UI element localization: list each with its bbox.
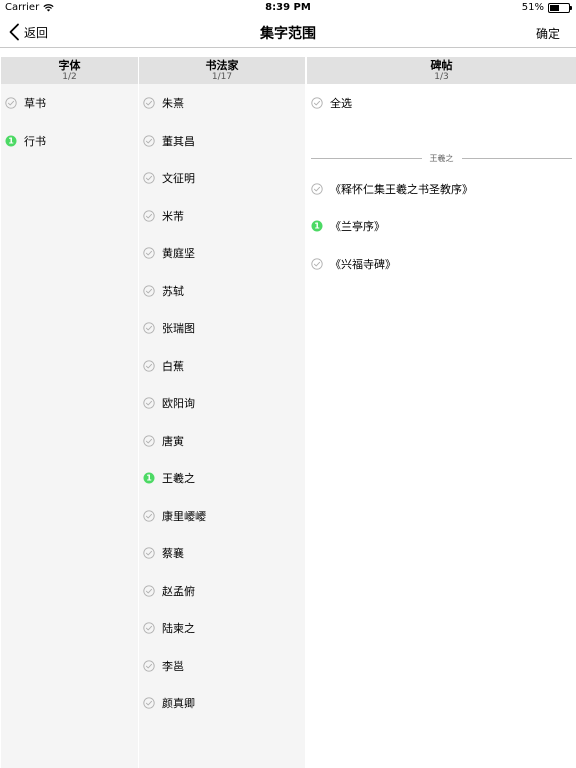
font-column: 字体 1/2 草书 1 行书: [1, 57, 138, 768]
item-label: 全选: [330, 97, 352, 110]
artist-item[interactable]: 康里巎巎: [139, 501, 305, 531]
unchecked-circle-icon: [143, 547, 155, 559]
artist-item[interactable]: 白蕉: [139, 351, 305, 381]
nav-bar: 返回 集字范围 确定: [0, 16, 576, 48]
unchecked-circle-icon: [143, 284, 155, 297]
unchecked-circle-icon: [311, 182, 323, 195]
battery-icon: [548, 2, 572, 13]
item-label: 文征明: [162, 172, 195, 185]
group-label: 王羲之: [429, 153, 454, 163]
font-column-title: 字体: [58, 59, 81, 72]
badge-count: 1: [146, 474, 152, 483]
unchecked-circle-icon: [143, 322, 155, 334]
confirm-button[interactable]: 确定: [536, 25, 560, 42]
artist-item[interactable]: 米芾: [139, 201, 305, 231]
unchecked-circle-icon: [143, 397, 155, 409]
tie-column-title: 碑帖: [430, 59, 453, 72]
status-right: 51%: [521, 2, 572, 13]
item-label: 赵孟俯: [162, 584, 195, 598]
artist-item[interactable]: 苏轼: [139, 276, 305, 306]
item-label: 康里巎巎: [162, 509, 206, 523]
item-label: 王羲之: [162, 472, 195, 485]
artist-item[interactable]: 唐寅: [139, 426, 305, 456]
tie-item[interactable]: 1 《兰亭序》: [307, 211, 576, 241]
unchecked-circle-icon: [143, 509, 155, 522]
item-label: 唐寅: [162, 434, 184, 448]
tie-column-count: 1/3: [434, 72, 449, 82]
item-label: 白蕉: [162, 359, 184, 373]
font-item[interactable]: 1 行书: [1, 126, 138, 156]
font-column-header: 字体 1/2: [1, 57, 138, 84]
artist-item[interactable]: 陆柬之: [139, 613, 305, 643]
artist-item[interactable]: 蔡襄: [139, 538, 305, 568]
unchecked-circle-icon: [143, 622, 155, 634]
item-label: 米芾: [162, 209, 184, 223]
selected-badge-icon: 1: [311, 220, 323, 232]
group-divider: 王羲之: [311, 152, 572, 164]
item-label: 《兰亭序》: [330, 220, 385, 233]
artist-item[interactable]: 张瑞图: [139, 313, 305, 343]
unchecked-circle-icon: [143, 584, 155, 597]
item-label: 陆柬之: [162, 622, 195, 635]
selected-badge-icon: 1: [143, 472, 155, 484]
battery-fill: [550, 4, 560, 11]
unchecked-circle-icon: [143, 247, 155, 259]
battery-percent: 51%: [521, 2, 544, 13]
artist-item[interactable]: 赵孟俯: [139, 576, 305, 606]
page-title: 集字范围: [260, 26, 316, 42]
artist-item[interactable]: 黄庭坚: [139, 238, 305, 268]
item-label: 李邕: [162, 659, 184, 673]
artist-column-count: 1/17: [211, 72, 233, 82]
badge-count: 1: [314, 222, 320, 231]
divider-line: [311, 157, 422, 159]
item-label: 苏轼: [162, 284, 184, 298]
unchecked-circle-icon: [143, 659, 155, 672]
unchecked-circle-icon: [311, 97, 323, 109]
status-bar: Carrier 8:39 PM 51%: [0, 0, 576, 16]
item-label: 颜真卿: [162, 697, 195, 710]
artist-item[interactable]: 欧阳询: [139, 388, 305, 418]
unchecked-circle-icon: [143, 97, 155, 109]
font-item[interactable]: 草书: [1, 88, 138, 118]
select-all-item[interactable]: 全选: [307, 88, 576, 118]
unchecked-circle-icon: [143, 434, 155, 447]
item-label: 《释怀仁集王羲之书圣教序》: [330, 182, 473, 196]
unchecked-circle-icon: [143, 172, 155, 184]
artist-item[interactable]: 1 王羲之: [139, 463, 305, 493]
tie-item[interactable]: 《兴福寺碑》: [307, 249, 576, 279]
item-label: 《兴福寺碑》: [330, 257, 396, 271]
unchecked-circle-icon: [143, 697, 155, 709]
artist-column: 书法家 1/17 朱熹董其昌文征明米芾黄庭坚苏轼张瑞图白蕉欧阳询唐寅 1 王羲之康里…: [139, 57, 305, 768]
unchecked-circle-icon: [5, 97, 17, 109]
item-label: 欧阳询: [162, 397, 195, 410]
font-column-count: 1/2: [62, 72, 77, 82]
artist-column-title: 书法家: [205, 59, 239, 72]
unchecked-circle-icon: [143, 359, 155, 372]
tie-column-header: 碑帖 1/3: [307, 57, 576, 84]
item-label: 蔡襄: [162, 547, 184, 560]
artist-item[interactable]: 颜真卿: [139, 688, 305, 718]
item-label: 张瑞图: [162, 322, 195, 335]
artist-item[interactable]: 朱熹: [139, 88, 305, 118]
artist-item[interactable]: 李邕: [139, 651, 305, 681]
unchecked-circle-icon: [311, 257, 323, 270]
item-label: 董其昌: [162, 134, 195, 148]
artist-column-header: 书法家 1/17: [139, 57, 305, 84]
selected-badge-icon: 1: [5, 135, 17, 146]
item-label: 行书: [24, 134, 46, 148]
status-time: 8:39 PM: [265, 2, 311, 13]
artist-item[interactable]: 董其昌: [139, 126, 305, 156]
divider-line: [461, 157, 572, 159]
item-label: 朱熹: [162, 97, 184, 110]
item-label: 草书: [24, 97, 46, 110]
unchecked-circle-icon: [143, 209, 155, 222]
artist-item[interactable]: 文征明: [139, 163, 305, 193]
item-label: 黄庭坚: [162, 247, 195, 260]
badge-count: 1: [8, 136, 14, 145]
unchecked-circle-icon: [143, 134, 155, 147]
tie-column: 碑帖 1/3 王羲之 全选《释怀仁集王羲之书圣教序》 1 《兰亭序》《兴福寺碑》: [307, 57, 576, 768]
tie-item[interactable]: 《释怀仁集王羲之书圣教序》: [307, 174, 576, 204]
